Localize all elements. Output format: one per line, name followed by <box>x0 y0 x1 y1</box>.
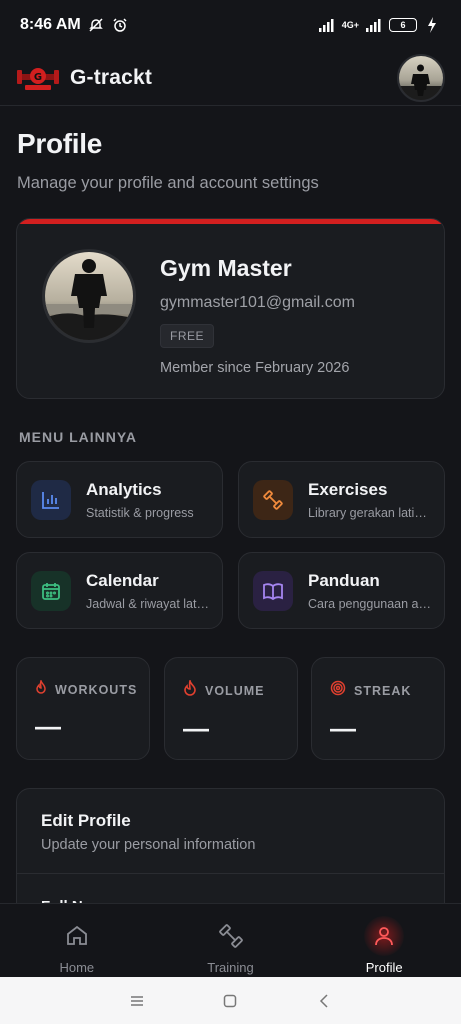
edit-profile-title: Edit Profile <box>41 811 131 830</box>
nav-label: Training <box>207 960 254 975</box>
stat-volume: VOLUME — <box>164 657 298 760</box>
signal-icon <box>318 16 336 34</box>
system-nav-bar <box>0 977 461 1024</box>
menu-section-label: MENU LAINNYA <box>19 429 138 445</box>
person-icon <box>364 916 405 956</box>
flame-icon <box>183 678 197 701</box>
profile-email: gymmaster101@gmail.com <box>160 294 355 311</box>
menu-item-title: Panduan <box>308 570 380 590</box>
profile-screen: 8:46 AM 4G+ 6 G G-trackt Profile Manage … <box>0 0 461 1024</box>
bottom-nav: Home Training Profile <box>0 903 461 977</box>
dumbbell-icon <box>211 916 251 956</box>
stat-value: — <box>330 713 356 743</box>
app-name: G-trackt <box>70 65 153 89</box>
menu-item-title: Exercises <box>308 479 388 499</box>
menu-item-title: Calendar <box>86 570 159 590</box>
avatar[interactable] <box>397 53 445 102</box>
stat-streak: STREAK — <box>311 657 445 760</box>
nav-label: Home <box>59 960 95 975</box>
bar-chart-icon <box>31 479 71 520</box>
network-type: 4G+ <box>341 19 359 30</box>
silent-icon <box>87 16 105 34</box>
stat-workouts: WORKOUTS — <box>16 657 150 760</box>
edit-profile-header: Edit Profile Update your personal inform… <box>17 789 444 874</box>
stat-label: VOLUME <box>205 683 265 698</box>
profile-info: Gym Master gymmaster101@gmail.com FREE M… <box>160 255 355 376</box>
stat-label: WORKOUTS <box>55 682 138 697</box>
nav-home[interactable]: Home <box>0 904 154 977</box>
menu-item-exercises[interactable]: Exercises Library gerakan latihan <box>238 461 445 538</box>
signal-icon-2 <box>365 16 383 34</box>
charging-icon <box>423 16 441 34</box>
edit-profile-desc: Update your personal information <box>41 837 256 853</box>
svg-text:G: G <box>34 72 42 83</box>
alarm-icon <box>111 16 129 34</box>
menu-item-desc: Jadwal & riwayat latihan <box>86 596 211 611</box>
menu-item-panduan[interactable]: Panduan Cara penggunaan aplikasi <box>238 552 445 629</box>
flame-small-icon <box>35 678 47 699</box>
calendar-icon <box>31 570 71 611</box>
plan-badge: FREE <box>160 324 215 348</box>
gym-logo-icon[interactable]: G <box>16 63 60 93</box>
stat-label: STREAK <box>354 683 412 698</box>
nav-training[interactable]: Training <box>154 904 308 977</box>
profile-avatar[interactable] <box>42 249 136 343</box>
menu-item-title: Analytics <box>86 479 162 499</box>
menu-item-desc: Cara penggunaan aplikasi <box>308 596 433 611</box>
dumbbell-icon <box>253 479 293 520</box>
app-header: G G-trackt <box>0 50 461 106</box>
battery-icon: 6 <box>389 18 417 32</box>
target-icon <box>330 680 346 701</box>
menu-item-analytics[interactable]: Analytics Statistik & progress <box>16 461 223 538</box>
status-bar: 8:46 AM 4G+ 6 <box>0 0 461 50</box>
back-icon[interactable] <box>312 989 336 1013</box>
profile-card: Gym Master gymmaster101@gmail.com FREE M… <box>16 218 445 399</box>
stat-value: — <box>35 711 61 741</box>
title-block: Profile Manage your profile and account … <box>17 128 319 193</box>
home-square-icon[interactable] <box>218 989 242 1013</box>
battery-level: 6 <box>400 20 406 30</box>
home-icon <box>57 916 97 956</box>
nav-label: Profile <box>365 960 403 975</box>
menu-icon[interactable] <box>125 989 149 1013</box>
page-subtitle: Manage your profile and account settings <box>17 174 319 192</box>
member-since: Member since February 2026 <box>160 360 350 376</box>
profile-name: Gym Master <box>160 255 292 281</box>
menu-item-desc: Statistik & progress <box>86 505 194 520</box>
book-icon <box>253 570 293 611</box>
stat-value: — <box>183 713 209 743</box>
menu-item-desc: Library gerakan latihan <box>308 505 433 520</box>
menu-item-calendar[interactable]: Calendar Jadwal & riwayat latihan <box>16 552 223 629</box>
profile-card-accent <box>17 219 444 224</box>
status-time: 8:46 AM <box>20 16 81 33</box>
nav-profile[interactable]: Profile <box>307 904 461 977</box>
page-title: Profile <box>17 128 103 159</box>
